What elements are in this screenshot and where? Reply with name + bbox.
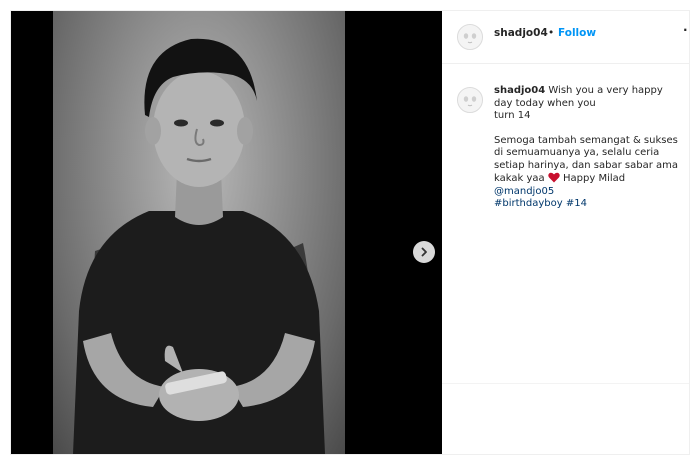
hashtag-link[interactable]: #14: [566, 198, 587, 209]
caption-line-3-end: Happy Milad: [563, 173, 626, 184]
caption-second-paragraph: Semoga tambah semangat & sukses di semua…: [494, 135, 684, 211]
post-media[interactable]: [11, 11, 442, 454]
follow-button[interactable]: Follow: [558, 27, 596, 39]
post-photo: [53, 11, 345, 454]
hashtag-link[interactable]: #birthdayboy: [494, 198, 563, 209]
header-username[interactable]: shadjo04: [494, 27, 548, 39]
caption-avatar[interactable]: [457, 87, 483, 113]
comments-divider: [442, 383, 689, 384]
chevron-right-icon: [421, 247, 427, 257]
boy-portrait-illustration: [73, 38, 325, 454]
caption-username[interactable]: shadjo04: [494, 85, 545, 96]
red-heart-icon: [548, 172, 560, 183]
avatar-face-icon: [458, 88, 482, 112]
post-header: shadjo04 • Follow ·: [442, 11, 689, 64]
header-separator-dot: •: [548, 27, 555, 39]
post-caption: shadjo04 Wish you a very happy day today…: [494, 85, 684, 211]
avatar[interactable]: [457, 24, 483, 50]
avatar-face-icon: [458, 25, 482, 49]
caption-first-paragraph: shadjo04 Wish you a very happy day today…: [494, 85, 684, 123]
mention-link[interactable]: @mandjo05: [494, 186, 554, 197]
next-photo-button[interactable]: [413, 241, 435, 263]
instagram-post-card: shadjo04 • Follow · shadjo04 Wish you a …: [10, 10, 690, 455]
post-side-panel: shadjo04 • Follow · shadjo04 Wish you a …: [442, 11, 689, 454]
more-options-button[interactable]: ·: [683, 23, 688, 37]
caption-line-2: turn 14: [494, 110, 531, 121]
